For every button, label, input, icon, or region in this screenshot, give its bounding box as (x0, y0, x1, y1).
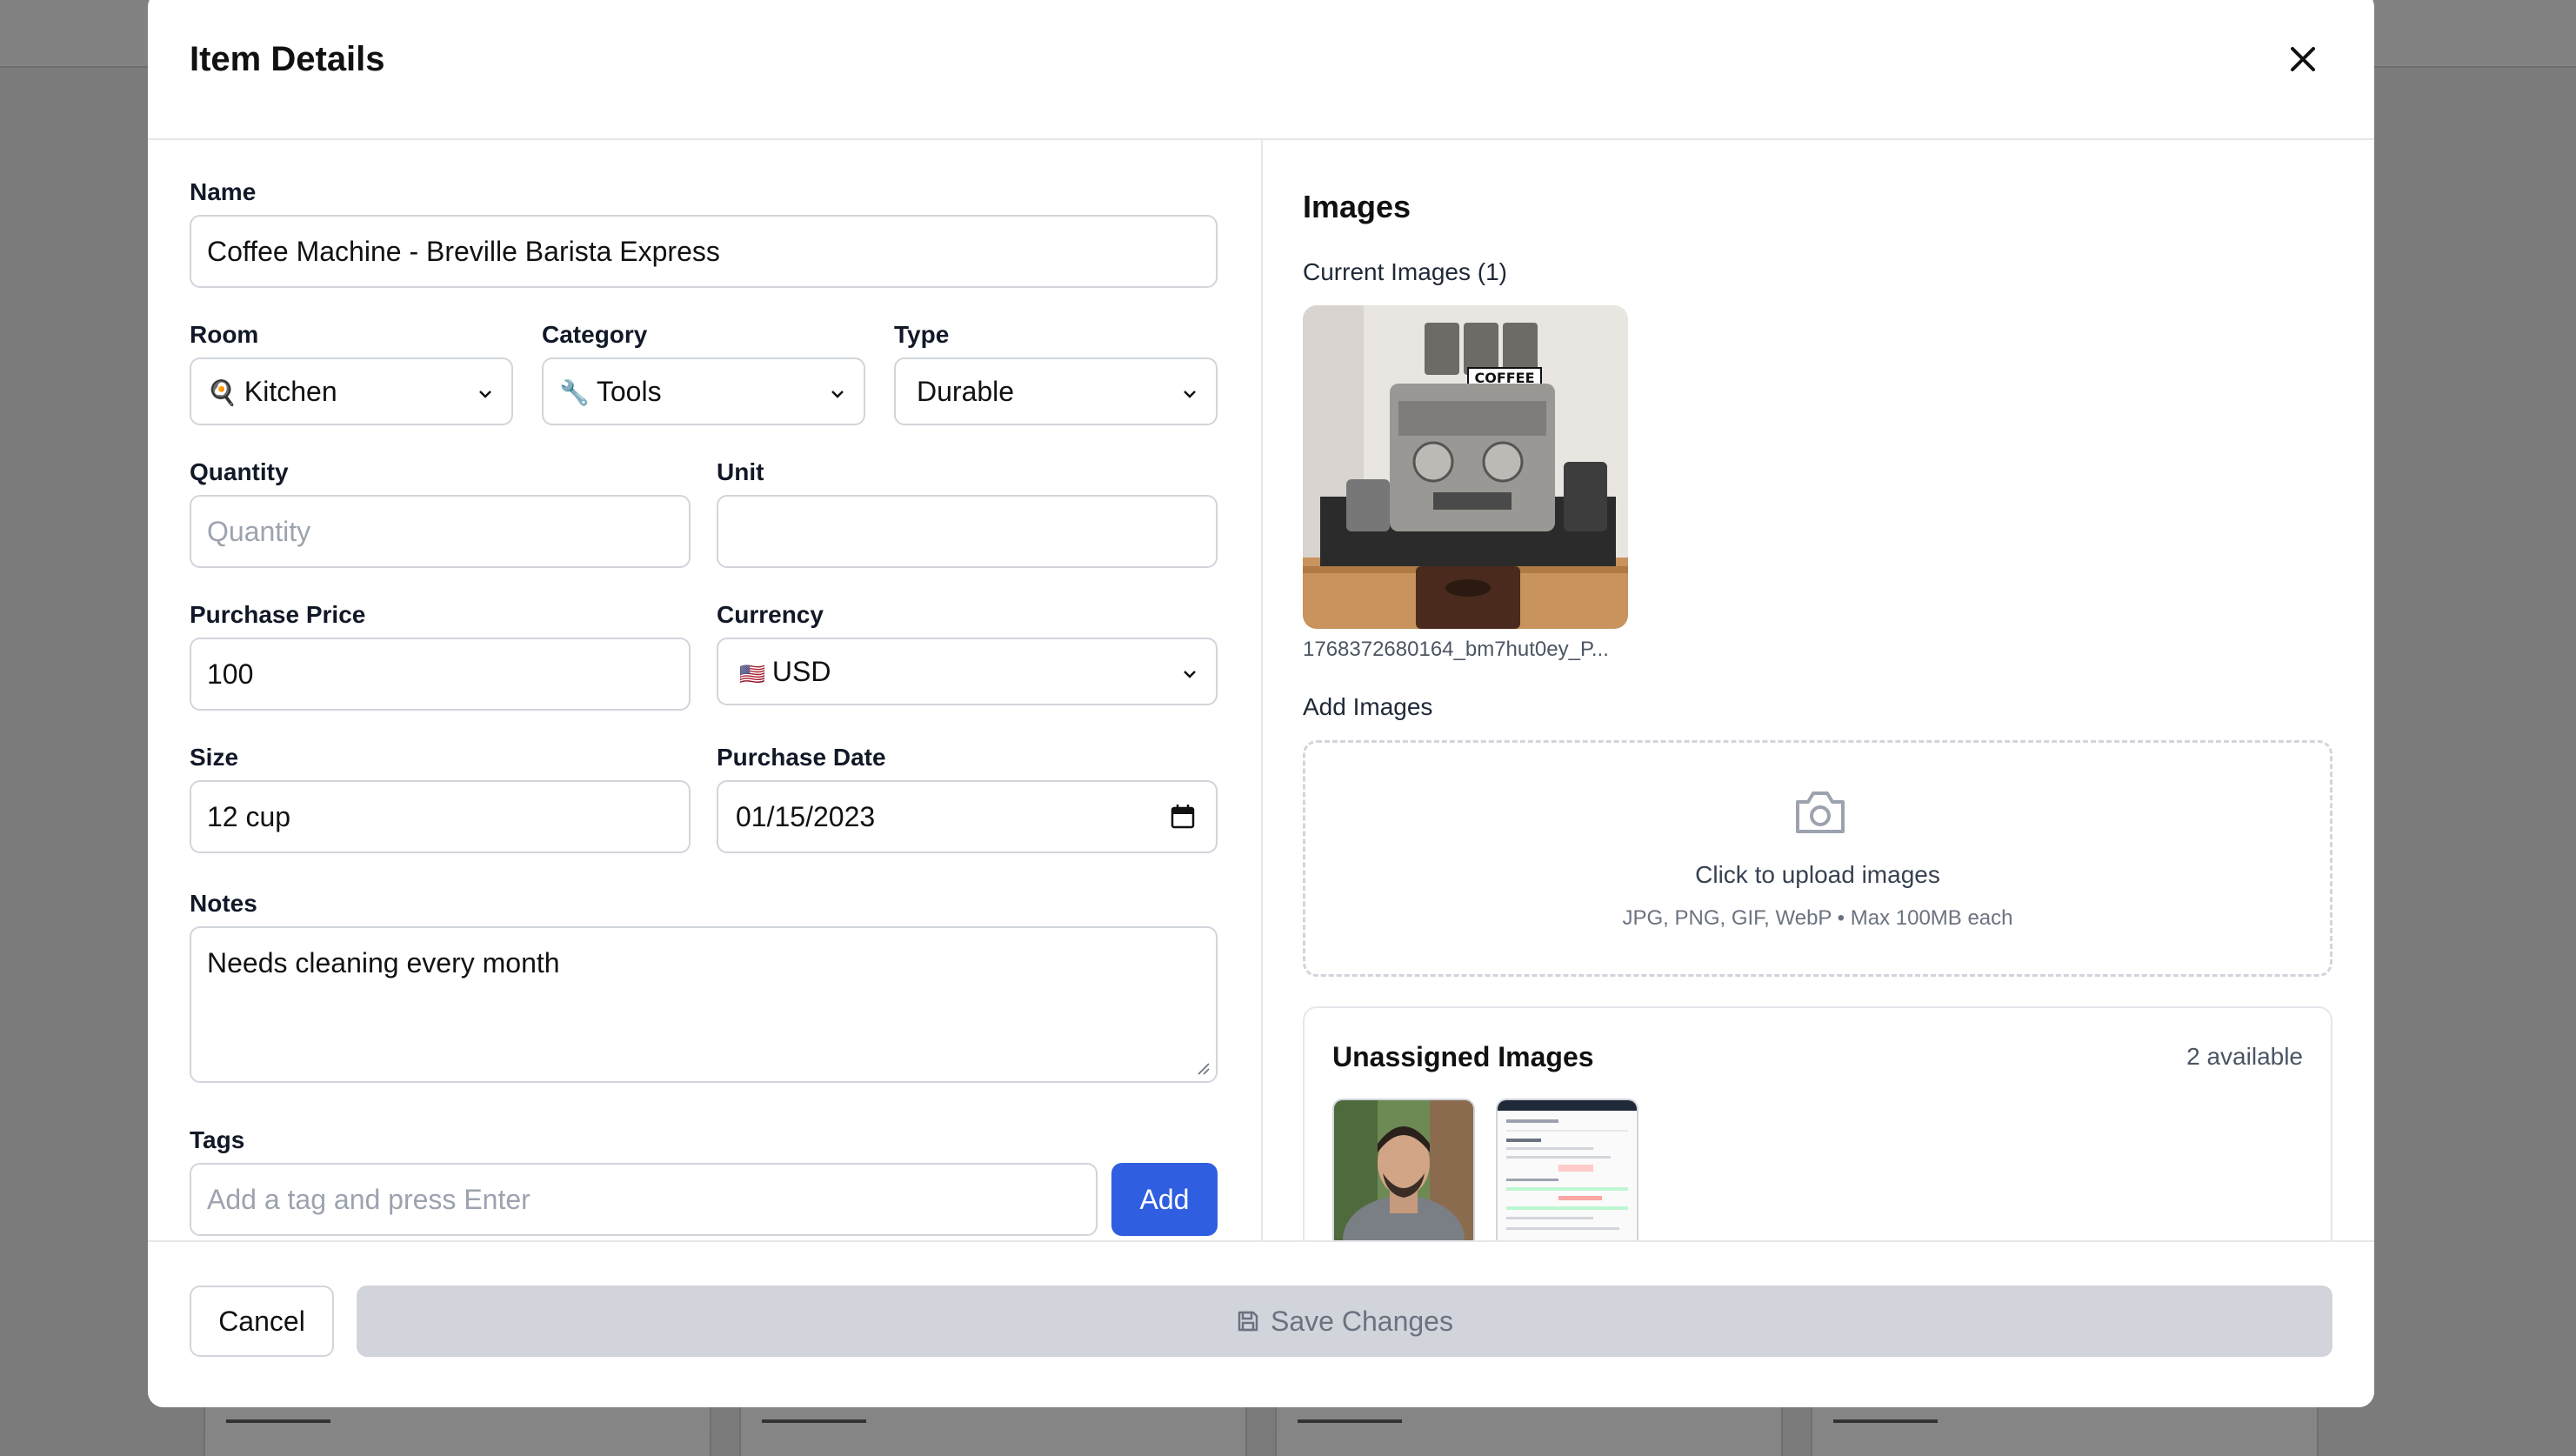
currency-label: Currency (717, 601, 824, 628)
currency-flag-icon: 🇺🇸 (739, 663, 765, 686)
close-icon (2291, 47, 2315, 71)
unassigned-image-thumbnail[interactable] (1332, 1099, 1475, 1240)
save-changes-label: Save Changes (1271, 1306, 1453, 1337)
purchase-date-input[interactable]: 01/15/2023 (717, 780, 1218, 853)
purchase-price-input[interactable]: 100 (190, 638, 691, 711)
room-emoji: 🍳 (207, 379, 237, 406)
modal-title: Item Details (190, 40, 385, 78)
room-select[interactable]: 🍳 Kitchen (190, 357, 513, 425)
camera-icon (1796, 791, 1845, 833)
chevron-down-icon (1184, 671, 1196, 678)
person-photo (1334, 1100, 1473, 1240)
category-emoji: 🔧 (559, 379, 590, 406)
category-value: Tools (596, 376, 662, 407)
name-label: Name (190, 178, 257, 205)
close-button[interactable] (2280, 37, 2326, 82)
purchase-date-value: 01/15/2023 (736, 801, 876, 832)
type-label: Type (894, 321, 950, 348)
purchase-date-label: Purchase Date (717, 744, 886, 771)
screenshot-photo (1498, 1100, 1637, 1240)
cancel-button[interactable]: Cancel (190, 1286, 334, 1357)
current-image-thumbnail[interactable]: COFFEE (1303, 305, 1628, 629)
unassigned-image-thumbnail[interactable] (1496, 1099, 1638, 1240)
room-value: Kitchen (244, 376, 337, 407)
currency-select[interactable]: 🇺🇸 USD (717, 638, 1218, 705)
current-image-filename: 1768372680164_bm7hut0ey_P... (1303, 638, 1609, 661)
calendar-icon[interactable] (1169, 803, 1197, 831)
background-card (204, 1402, 711, 1456)
chevron-down-icon (831, 391, 844, 398)
item-form: Name Coffee Machine - Breville Barista E… (148, 140, 1263, 1240)
add-images-label: Add Images (1303, 693, 1433, 720)
tags-label: Tags (190, 1126, 245, 1153)
unit-input[interactable] (717, 495, 1218, 568)
room-label: Room (190, 321, 259, 348)
background-card (1811, 1402, 2319, 1456)
unassigned-images-title: Unassigned Images (1332, 1041, 1594, 1072)
images-panel: Images Current Images (1) COFFEE 1768372… (1263, 140, 2374, 1240)
images-title: Images (1303, 189, 1411, 224)
purchase-price-label: Purchase Price (190, 601, 366, 628)
save-changes-button[interactable]: Save Changes (357, 1286, 2332, 1357)
coffee-machine-photo: COFFEE (1303, 305, 1628, 629)
currency-value: USD (771, 656, 831, 687)
modal-footer: Cancel Save Changes (148, 1240, 2374, 1407)
unassigned-images-panel: Unassigned Images 2 available (1303, 1006, 2332, 1240)
item-details-modal: Item Details Name Coffee Machine - Brevi… (148, 0, 2374, 1407)
current-images-label: Current Images (1) (1303, 258, 1507, 285)
quantity-label: Quantity (190, 458, 289, 485)
size-label: Size (190, 744, 239, 771)
category-label: Category (542, 321, 648, 348)
unit-label: Unit (717, 458, 764, 485)
type-value: Durable (917, 376, 1015, 407)
notes-textarea[interactable]: Needs cleaning every month (190, 926, 1218, 1083)
upload-instruction: Click to upload images (1695, 861, 1940, 888)
type-select[interactable]: Durable (894, 357, 1218, 425)
background-card (739, 1402, 1247, 1456)
upload-hint: JPG, PNG, GIF, WebP • Max 100MB each (1622, 906, 2013, 930)
image-upload-dropzone[interactable]: Click to upload images JPG, PNG, GIF, We… (1303, 740, 2332, 977)
notes-value: Needs cleaning every month (207, 947, 560, 978)
name-input[interactable]: Coffee Machine - Breville Barista Expres… (190, 215, 1218, 288)
unassigned-images-count: 2 available (2186, 1043, 2303, 1070)
size-input[interactable]: 12 cup (190, 780, 691, 853)
tag-input[interactable]: Add a tag and press Enter (190, 1163, 1098, 1236)
modal-header: Item Details (148, 0, 2374, 140)
resize-handle-icon[interactable] (1195, 1060, 1211, 1076)
add-tag-button[interactable]: Add (1111, 1163, 1218, 1236)
background-card (1275, 1402, 1783, 1456)
save-icon (1238, 1311, 1258, 1331)
notes-label: Notes (190, 890, 257, 917)
quantity-input[interactable]: Quantity (190, 495, 691, 568)
chevron-down-icon (1184, 391, 1196, 398)
chevron-down-icon (479, 391, 491, 398)
category-select[interactable]: 🔧 Tools (542, 357, 865, 425)
